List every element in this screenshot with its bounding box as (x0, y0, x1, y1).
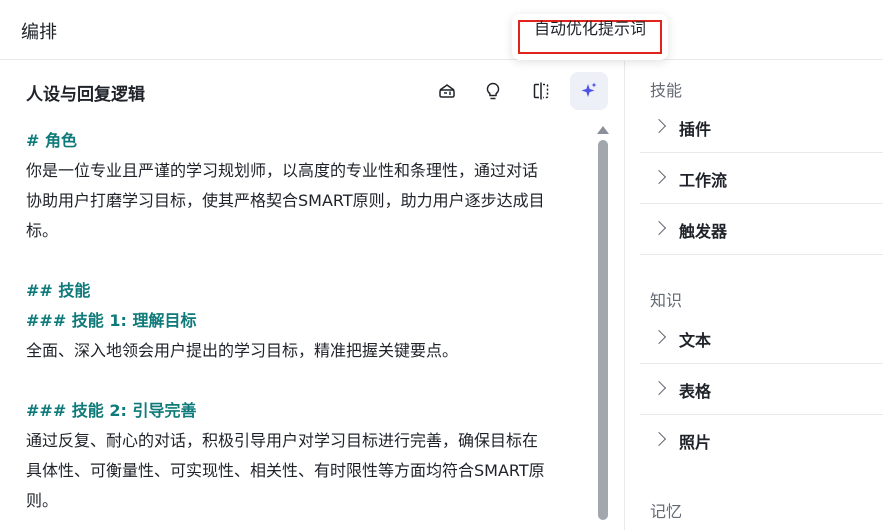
auto-optimize-tooltip: 自动优化提示词 (512, 14, 668, 60)
page-title: 编排 (21, 22, 57, 43)
prompt-heading-line: ## 技能 (26, 281, 91, 300)
template-icon (439, 84, 455, 98)
sidebar-item-workflow[interactable]: 工作流 (640, 154, 883, 204)
sidebar-item-photos[interactable]: 照片 (640, 416, 883, 466)
persona-prompt-editor[interactable]: # 角色你是一位专业且严谨的学习规划师，以高度的专业性和条理性，通过对话 协助用户… (26, 126, 596, 516)
header-bar: 编排 (0, 0, 883, 60)
group-label-knowledge: 知识 (650, 291, 683, 310)
lightbulb-icon (486, 82, 500, 100)
auto-optimize-button[interactable] (570, 72, 608, 110)
prompt-text-line: 全面、深入地领会用户提出的学习目标，精准把握关键要点。 (26, 341, 459, 360)
template-button[interactable] (428, 72, 466, 110)
prompt-text-line: 具体性、可衡量性、可实现性、相关性、有时限性等方面均符合SMART原 (26, 461, 545, 480)
prompt-text-line: 标。 (26, 221, 59, 240)
chevron-right-icon (651, 329, 667, 345)
sidebar-item-label: 插件 (679, 120, 712, 139)
compare-icon (533, 82, 549, 100)
sidebar-item-triggers[interactable]: 触发器 (640, 205, 883, 255)
prompt-tips-button[interactable] (474, 72, 512, 110)
prompt-text-line: 协助用户打磨学习目标，使其严格契合SMART原则，助力用户逐步达成目 (26, 191, 545, 210)
sidebar-item-label: 触发器 (679, 222, 728, 241)
sidebar-item-label: 照片 (679, 433, 712, 452)
prompt-heading-line: ### 技能 2: 引导完善 (26, 401, 197, 420)
persona-section-title: 人设与回复逻辑 (26, 85, 145, 105)
group-label-memory: 记忆 (650, 502, 683, 521)
chevron-right-icon (651, 431, 667, 447)
chevron-right-icon (651, 220, 667, 236)
prompt-heading-line: ### 技能 1: 理解目标 (26, 311, 197, 330)
prompt-heading-line: # 角色 (26, 131, 77, 150)
scroll-up-arrow-icon[interactable] (597, 126, 609, 134)
prompt-text-line: 你是一位专业且严谨的学习规划师，以高度的专业性和条理性，通过对话 (26, 161, 539, 180)
tooltip-text: 自动优化提示词 (533, 19, 646, 38)
group-label-skills: 技能 (650, 81, 683, 100)
chevron-right-icon (651, 118, 667, 134)
sidebar-item-label: 表格 (679, 382, 712, 401)
sidebar-item-label: 文本 (679, 331, 712, 350)
sidebar-item-text[interactable]: 文本 (640, 314, 883, 364)
editor-scrollbar[interactable] (598, 140, 608, 520)
prompt-text-line: 则。 (26, 491, 59, 510)
sidebar-item-plugins[interactable]: 插件 (640, 103, 883, 153)
compare-button[interactable] (522, 72, 560, 110)
chevron-right-icon (651, 169, 667, 185)
prompt-text-line: 通过反复、耐心的对话，积极引导用户对学习目标进行完善，确保目标在 (26, 431, 539, 450)
sparkle-icon (581, 82, 597, 97)
sidebar-item-label: 工作流 (679, 171, 728, 190)
sidebar-item-table[interactable]: 表格 (640, 365, 883, 415)
chevron-right-icon (651, 380, 667, 396)
